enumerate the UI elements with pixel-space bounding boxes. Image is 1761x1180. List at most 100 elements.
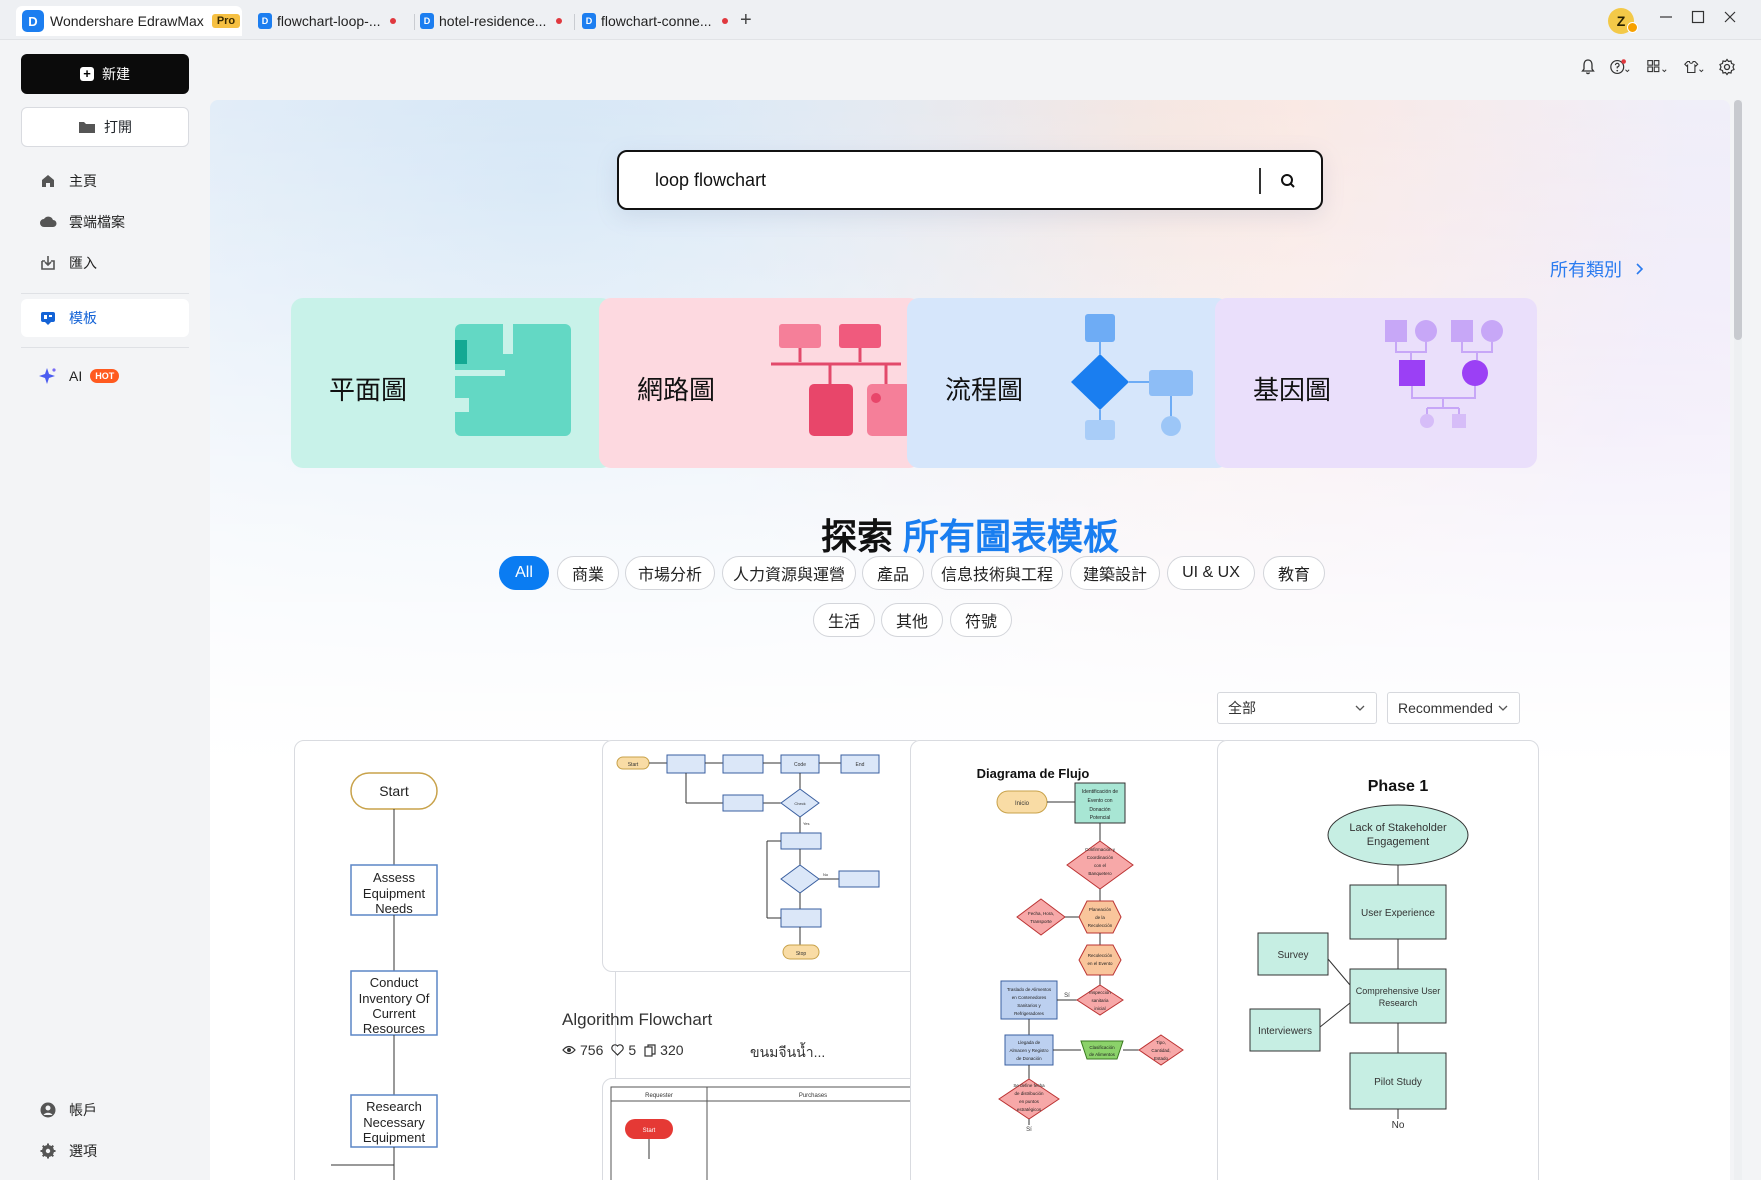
sidebar-item-ai[interactable]: AI HOT — [21, 357, 189, 395]
heart-icon — [611, 1044, 625, 1056]
sort-select[interactable]: Recommended — [1387, 692, 1520, 724]
new-tab-button[interactable]: + — [740, 9, 752, 32]
help-button[interactable] — [1609, 56, 1631, 78]
sidebar-item-cloud-files[interactable]: 雲端檔案 — [21, 203, 189, 241]
notification-button[interactable] — [1577, 56, 1599, 78]
flow-node-text: Inicio — [1015, 801, 1030, 807]
flow-node-text: Comprehensive User — [1356, 986, 1441, 996]
chevron-down-icon — [1498, 705, 1508, 711]
sidebar-item-home[interactable]: 主頁 — [21, 162, 189, 200]
flow-node-text: Research — [1379, 998, 1418, 1008]
document-tab-3[interactable]: D flowchart-conne... — [582, 6, 742, 36]
flow-node-text: Tipo, — [1156, 1040, 1166, 1045]
copy-icon — [644, 1043, 656, 1057]
flow-node-text: Sanitarios y — [1017, 1003, 1041, 1008]
filter-chip-architecture[interactable]: 建築設計 — [1070, 556, 1160, 590]
hot-badge: HOT — [90, 369, 120, 383]
flow-node-text: Banquetero — [1088, 871, 1112, 876]
flow-node-text: sanitaria — [1091, 998, 1109, 1003]
filter-chip-it-engineering[interactable]: 信息技術與工程 — [931, 556, 1063, 590]
flow-node-text: Equipment — [363, 886, 426, 901]
flow-node-text: Lack of Stakeholder — [1349, 822, 1447, 834]
sidebar-item-options[interactable]: 選項 — [21, 1132, 189, 1170]
flow-node-text: End — [856, 762, 865, 768]
category-card-network[interactable]: 網路圖 — [599, 298, 921, 468]
scrollbar-thumb[interactable] — [1734, 100, 1742, 340]
close-icon — [1724, 11, 1736, 23]
template-author[interactable]: ขนมจีนน้ำ... — [750, 1042, 825, 1064]
filter-chip-business[interactable]: 商業 — [557, 556, 619, 590]
open-button[interactable]: 打開 — [21, 107, 189, 147]
template-card-diagrama-de-flujo[interactable]: Diagrama de Flujo Inicio Identificación … — [910, 740, 1232, 1180]
filter-chip-other[interactable]: 其他 — [881, 603, 943, 637]
filter-chip-marketing[interactable]: 市場分析 — [625, 556, 715, 590]
template-thumbnail: Requester Purchases Start — [610, 1086, 918, 1180]
category-card-flowchart[interactable]: 流程圖 — [907, 298, 1229, 468]
filter-chip-hr-operations[interactable]: 人力資源與運營 — [722, 556, 856, 590]
flow-node-text: Conduct — [370, 975, 419, 990]
search-input[interactable]: loop flowchart — [655, 170, 766, 191]
flow-node-text: de distribución — [1014, 1091, 1044, 1096]
flow-edge-label: No — [1392, 1120, 1405, 1131]
eye-icon — [562, 1045, 576, 1055]
flow-node-text: Engagement — [1367, 836, 1429, 848]
document-tab-2[interactable]: D hotel-residence... — [420, 6, 580, 36]
home-icon — [39, 172, 57, 190]
flow-node-text: Survey — [1277, 950, 1308, 961]
filter-chip-all[interactable]: All — [499, 556, 549, 590]
template-thumbnail: Start Assess Equipment Needs Conduct Inv… — [331, 772, 438, 1180]
gear-icon — [1719, 58, 1735, 76]
filter-chip-life[interactable]: 生活 — [813, 603, 875, 637]
apps-button[interactable] — [1646, 56, 1668, 78]
flow-node-text: Current — [372, 1006, 416, 1021]
template-card-swimlane[interactable]: Requester Purchases Start — [602, 1078, 924, 1180]
template-card-equipment-flowchart[interactable]: Start Assess Equipment Needs Conduct Inv… — [294, 740, 616, 1180]
gallery-scrollbar[interactable] — [1734, 100, 1742, 1180]
flow-node-text: Necessary — [363, 1115, 425, 1130]
folder-icon — [79, 122, 95, 133]
flow-node-text: Inventory Of — [359, 991, 430, 1006]
sidebar-item-templates[interactable]: 模板 — [21, 299, 189, 337]
filter-chip-education[interactable]: 教育 — [1263, 556, 1325, 590]
title-bar: D Wondershare EdrawMax Pro D flowchart-l… — [0, 0, 1761, 40]
sidebar-item-label: AI — [69, 368, 83, 384]
minimize-button[interactable] — [1659, 8, 1673, 29]
settings-button[interactable] — [1716, 56, 1738, 78]
all-categories-label: 所有類別 — [1550, 260, 1622, 280]
document-icon: D — [420, 13, 434, 29]
theme-button[interactable] — [1683, 56, 1705, 78]
template-card-algorithm-flowchart[interactable]: Start Code End Check Yes No Stop — [602, 740, 924, 972]
flow-node-text: Inspección — [1089, 990, 1111, 995]
filter-chip-ui-ux[interactable]: UI & UX — [1167, 556, 1255, 590]
template-search-box[interactable]: loop flowchart — [617, 150, 1323, 210]
flow-edge-label: Sí — [1064, 993, 1070, 999]
template-card-phase-1[interactable]: Phase 1 Lack of Stakeholder Engagement U… — [1217, 740, 1539, 1180]
all-categories-link[interactable]: 所有類別 — [1550, 256, 1646, 282]
flow-node-text: Llegada de — [1018, 1040, 1041, 1045]
sidebar-item-label: 主頁 — [69, 173, 97, 189]
new-button-label: 新建 — [102, 66, 130, 82]
sidebar-item-account[interactable]: 帳戶 — [21, 1091, 189, 1129]
sidebar-item-label: 模板 — [69, 310, 97, 326]
pro-badge: Pro — [211, 14, 241, 28]
new-button[interactable]: + 新建 — [21, 54, 189, 94]
filter-chip-product[interactable]: 產品 — [862, 556, 924, 590]
flow-edge-label: Yes — [803, 821, 810, 826]
flow-node-text: Se define fecha — [1013, 1083, 1045, 1088]
plus-icon: + — [80, 67, 94, 81]
category-card-genogram[interactable]: 基因圖 — [1215, 298, 1537, 468]
filter-chip-symbols[interactable]: 符號 — [950, 603, 1012, 637]
flow-node-text: estratégicos — [1017, 1107, 1042, 1112]
template-title[interactable]: Algorithm Flowchart — [562, 1010, 712, 1030]
sidebar-item-import[interactable]: 匯入 — [21, 244, 189, 282]
document-tab-1[interactable]: D flowchart-loop-... — [258, 6, 418, 36]
search-button[interactable] — [1275, 168, 1301, 194]
vip-badge-icon — [1627, 22, 1638, 33]
like-count: 5 — [628, 1042, 637, 1058]
view-count: 756 — [580, 1042, 604, 1058]
maximize-button[interactable] — [1691, 8, 1705, 29]
category-card-floor-plan[interactable]: 平面圖 — [291, 298, 613, 468]
app-tab[interactable]: D Wondershare EdrawMax Pro — [16, 6, 242, 36]
scope-select[interactable]: 全部 — [1217, 692, 1377, 724]
close-button[interactable] — [1723, 8, 1737, 29]
